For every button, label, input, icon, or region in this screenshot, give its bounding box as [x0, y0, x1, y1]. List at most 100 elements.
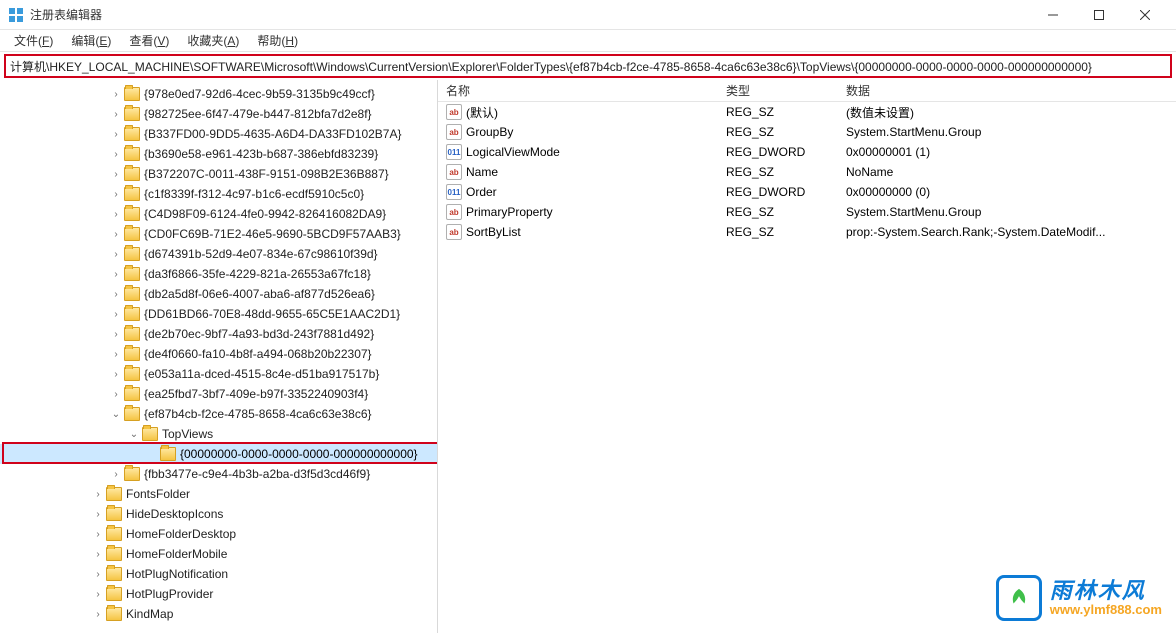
value-data: 0x00000000 (0)	[838, 185, 1176, 199]
chevron-right-icon[interactable]: ›	[90, 486, 106, 502]
value-data: 0x00000001 (1)	[838, 145, 1176, 159]
tree-node[interactable]: ›{CD0FC69B-71E2-46e5-9690-5BCD9F57AAB3}	[0, 224, 437, 244]
folder-icon	[142, 427, 158, 441]
tree-node[interactable]: ›{db2a5d8f-06e6-4007-aba6-af877d526ea6}	[0, 284, 437, 304]
value-type: REG_SZ	[718, 125, 838, 139]
tree-node[interactable]: ›{d674391b-52d9-4e07-834e-67c98610f39d}	[0, 244, 437, 264]
chevron-right-icon[interactable]: ›	[108, 166, 124, 182]
chevron-right-icon[interactable]: ›	[90, 526, 106, 542]
chevron-right-icon[interactable]: ›	[108, 206, 124, 222]
tree-node[interactable]: ⌄{ef87b4cb-f2ce-4785-8658-4ca6c63e38c6}	[0, 404, 437, 424]
chevron-right-icon[interactable]: ›	[108, 266, 124, 282]
tree-node[interactable]: {00000000-0000-0000-0000-000000000000}	[0, 444, 437, 464]
chevron-right-icon[interactable]: ›	[108, 466, 124, 482]
folder-icon	[106, 487, 122, 501]
chevron-down-icon[interactable]: ⌄	[108, 406, 124, 422]
maximize-button[interactable]	[1076, 0, 1122, 30]
value-row[interactable]: 011LogicalViewModeREG_DWORD0x00000001 (1…	[438, 142, 1176, 162]
folder-icon	[124, 187, 140, 201]
value-row[interactable]: abPrimaryPropertyREG_SZSystem.StartMenu.…	[438, 202, 1176, 222]
header-name[interactable]: 名称	[438, 82, 718, 99]
tree-node[interactable]: › {978e0ed7-92d6-4cec-9b59-3135b9c49ccf}	[0, 84, 437, 104]
header-type[interactable]: 类型	[718, 82, 838, 99]
tree-label: HotPlugNotification	[126, 567, 228, 581]
chevron-right-icon[interactable]: ›	[108, 386, 124, 402]
chevron-right-icon[interactable]: ›	[108, 106, 124, 122]
menu-e[interactable]: 编辑(E)	[63, 30, 119, 51]
chevron-right-icon[interactable]: ›	[90, 566, 106, 582]
value-row[interactable]: abSortByListREG_SZprop:-System.Search.Ra…	[438, 222, 1176, 242]
chevron-right-icon[interactable]: ›	[108, 286, 124, 302]
chevron-right-icon[interactable]: ›	[108, 146, 124, 162]
chevron-right-icon[interactable]: ›	[108, 306, 124, 322]
tree-node[interactable]: ⌄TopViews	[0, 424, 437, 444]
chevron-right-icon[interactable]: ›	[108, 126, 124, 142]
value-row[interactable]: 011OrderREG_DWORD0x00000000 (0)	[438, 182, 1176, 202]
tree-panel[interactable]: ›{978e0ed7-92d6-4cec-9b59-3135b9c49ccf}›…	[0, 80, 438, 633]
tree-node[interactable]: ›{e053a11a-dced-4515-8c4e-d51ba917517b}	[0, 364, 437, 384]
folder-icon	[124, 467, 140, 481]
tree-node[interactable]: ›HotPlugProvider	[0, 584, 437, 604]
tree-node[interactable]: ›{DD61BD66-70E8-48dd-9655-65C5E1AAC2D1}	[0, 304, 437, 324]
folder-icon	[124, 307, 140, 321]
address-bar[interactable]: 计算机\HKEY_LOCAL_MACHINE\SOFTWARE\Microsof…	[4, 54, 1172, 78]
chevron-right-icon[interactable]: ›	[90, 546, 106, 562]
tree-node[interactable]: ›{B372207C-0011-438F-9151-098B2E36B887}	[0, 164, 437, 184]
tree-node[interactable]: ›{b3690e58-e961-423b-b687-386ebfd83239}	[0, 144, 437, 164]
tree-node[interactable]: ›{ea25fbd7-3bf7-409e-b97f-3352240903f4}	[0, 384, 437, 404]
chevron-right-icon[interactable]: ›	[108, 346, 124, 362]
chevron-right-icon[interactable]: ›	[108, 326, 124, 342]
folder-icon	[124, 267, 140, 281]
tree-node[interactable]: ›HomeFolderDesktop	[0, 524, 437, 544]
folder-icon	[160, 447, 176, 461]
folder-icon	[124, 287, 140, 301]
tree-node[interactable]: › HideDesktopIcons	[0, 504, 437, 524]
tree-label: {B337FD00-9DD5-4635-A6D4-DA33FD102B7A}	[144, 127, 401, 141]
minimize-button[interactable]	[1030, 0, 1076, 30]
folder-icon	[124, 87, 140, 101]
values-panel[interactable]: 名称 类型 数据 ab(默认)REG_SZ(数值未设置)abGroupByREG…	[438, 80, 1176, 633]
value-type: REG_SZ	[718, 205, 838, 219]
chevron-right-icon[interactable]: ›	[90, 606, 106, 622]
chevron-right-icon[interactable]: ›	[90, 506, 106, 522]
tree-label: {978e0ed7-92d6-4cec-9b59-3135b9c49ccf}	[144, 87, 375, 101]
tree-node[interactable]: ›KindMap	[0, 604, 437, 624]
chevron-right-icon[interactable]: ›	[108, 246, 124, 262]
chevron-right-icon[interactable]: ›	[90, 586, 106, 602]
value-data: prop:-System.Search.Rank;-System.DateMod…	[838, 225, 1176, 239]
chevron-right-icon[interactable]: ›	[108, 366, 124, 382]
folder-icon	[106, 527, 122, 541]
tree-node[interactable]: ›{C4D98F09-6124-4fe0-9942-826416082DA9}	[0, 204, 437, 224]
tree-label: HideDesktopIcons	[126, 507, 223, 521]
value-row[interactable]: abNameREG_SZNoName	[438, 162, 1176, 182]
folder-icon	[124, 127, 140, 141]
menu-h[interactable]: 帮助(H)	[249, 30, 306, 51]
folder-icon	[124, 247, 140, 261]
menu-a[interactable]: 收藏夹(A)	[179, 30, 247, 51]
value-row[interactable]: abGroupByREG_SZSystem.StartMenu.Group	[438, 122, 1176, 142]
value-data: (数值未设置)	[838, 104, 1176, 121]
tree-node[interactable]: ›FontsFolder	[0, 484, 437, 504]
tree-node[interactable]: ›HomeFolderMobile	[0, 544, 437, 564]
tree-node[interactable]: › HotPlugNotification	[0, 564, 437, 584]
value-name: SortByList	[466, 225, 521, 239]
tree-node[interactable]: ›{de4f0660-fa10-4b8f-a494-068b20b22307}	[0, 344, 437, 364]
chevron-right-icon[interactable]: ›	[108, 186, 124, 202]
value-name: Order	[466, 185, 497, 199]
chevron-right-icon[interactable]: ›	[108, 86, 124, 102]
menu-f[interactable]: 文件(F)	[6, 30, 61, 51]
header-data[interactable]: 数据	[838, 82, 1176, 99]
tree-node[interactable]: ›{c1f8339f-f312-4c97-b1c6-ecdf5910c5c0}	[0, 184, 437, 204]
menu-v[interactable]: 查看(V)	[121, 30, 177, 51]
chevron-down-icon[interactable]: ⌄	[126, 426, 142, 442]
chevron-right-icon[interactable]: ›	[108, 226, 124, 242]
tree-node[interactable]: ›{de2b70ec-9bf7-4a93-bd3d-243f7881d492}	[0, 324, 437, 344]
value-row[interactable]: ab(默认)REG_SZ(数值未设置)	[438, 102, 1176, 122]
tree-node[interactable]: › {B337FD00-9DD5-4635-A6D4-DA33FD102B7A}	[0, 124, 437, 144]
tree-node[interactable]: ›{da3f6866-35fe-4229-821a-26553a67fc18}	[0, 264, 437, 284]
close-button[interactable]	[1122, 0, 1168, 30]
string-value-icon: ab	[446, 164, 462, 180]
tree-node[interactable]: ›{fbb3477e-c9e4-4b3b-a2ba-d3f5d3cd46f9}	[0, 464, 437, 484]
string-value-icon: ab	[446, 104, 462, 120]
tree-node[interactable]: ›{982725ee-6f47-479e-b447-812bfa7d2e8f}	[0, 104, 437, 124]
